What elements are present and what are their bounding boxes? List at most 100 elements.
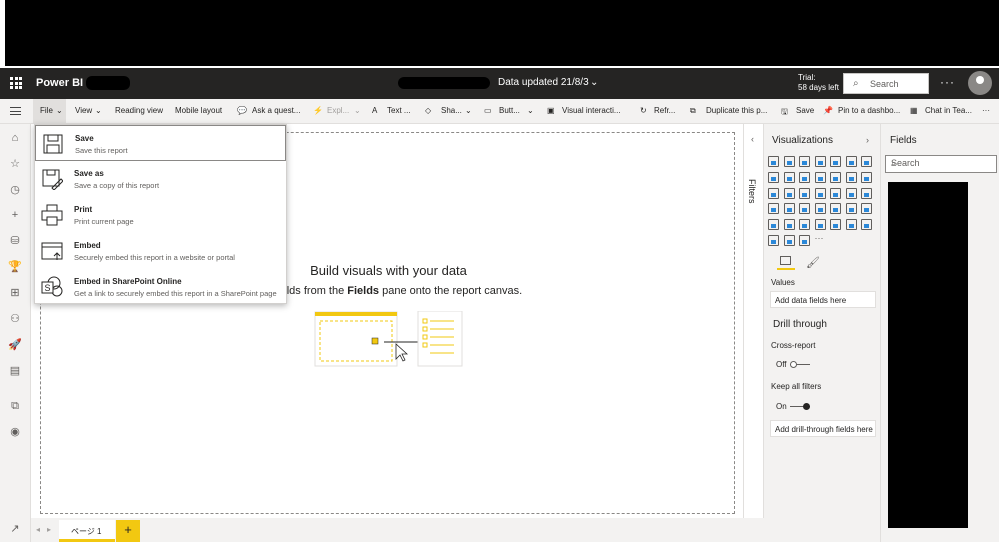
workspace-avatar-icon[interactable]: ◉ bbox=[8, 425, 22, 438]
recent-icon[interactable]: ◷ bbox=[8, 183, 22, 196]
reading-view-button[interactable]: Reading view bbox=[115, 106, 163, 115]
clustered-column-chart-icon[interactable] bbox=[814, 156, 826, 167]
menu-item-save-as[interactable]: Save as Save a copy of this report bbox=[35, 161, 286, 197]
ribbon-chart-icon[interactable] bbox=[830, 171, 841, 183]
smart-narrative-icon[interactable] bbox=[845, 219, 857, 231]
chevron-down-icon[interactable]: ⌄ bbox=[527, 106, 534, 115]
chevron-down-icon[interactable]: ⌄ bbox=[354, 106, 361, 115]
filters-pane-collapsed[interactable]: ‹ Filters bbox=[743, 124, 764, 518]
my-workspace-icon[interactable]: ⧉ bbox=[8, 400, 22, 413]
fields-well-tab[interactable] bbox=[777, 254, 795, 270]
fields-search-input[interactable]: ⌕ Search bbox=[885, 155, 997, 173]
chevron-down-icon[interactable]: ⌄ bbox=[465, 106, 472, 115]
global-search-input[interactable]: ⌕ Search bbox=[843, 73, 929, 94]
r-script-icon[interactable] bbox=[768, 219, 779, 231]
mobile-layout-button[interactable]: Mobile layout bbox=[175, 106, 222, 115]
learn-icon[interactable]: 🚀 bbox=[8, 338, 22, 351]
multi-row-card-icon[interactable] bbox=[799, 203, 810, 215]
keep-filters-toggle[interactable]: On bbox=[776, 402, 810, 411]
matrix-icon[interactable] bbox=[861, 203, 872, 215]
menu-item-embed[interactable]: Embed Securely embed this report in a we… bbox=[35, 233, 286, 269]
stacked-area-chart-icon[interactable] bbox=[783, 171, 795, 183]
menu-item-embed-sharepoint[interactable]: S Embed in SharePoint Online Get a link … bbox=[35, 269, 286, 305]
app-name[interactable]: Power BI bbox=[36, 77, 83, 89]
duplicate-page-button[interactable]: Duplicate this p... bbox=[706, 106, 767, 115]
buttons-button[interactable]: Butt... bbox=[499, 106, 520, 115]
expand-icon[interactable]: ↗ bbox=[8, 522, 22, 535]
cross-report-toggle[interactable]: Off bbox=[776, 360, 810, 369]
treemap-icon[interactable] bbox=[814, 187, 826, 199]
view-menu-button[interactable]: View bbox=[75, 106, 92, 115]
shape-map-icon[interactable] bbox=[861, 187, 872, 199]
collapse-visualizations-icon[interactable]: › bbox=[866, 135, 869, 145]
favorites-icon[interactable]: ☆ bbox=[8, 157, 22, 170]
donut-chart-icon[interactable] bbox=[799, 187, 810, 199]
key-influencers-icon[interactable] bbox=[799, 219, 810, 231]
ask-question-button[interactable]: Ask a quest... bbox=[252, 106, 300, 115]
explore-button[interactable]: Expl... bbox=[327, 106, 349, 115]
text-box-button[interactable]: Text ... bbox=[387, 106, 411, 115]
power-apps-icon[interactable] bbox=[783, 234, 795, 246]
chevron-down-icon[interactable]: ⌄ bbox=[590, 77, 598, 88]
visual-interactions-button[interactable]: Visual interacti... bbox=[562, 106, 621, 115]
avatar[interactable] bbox=[968, 71, 992, 95]
card-icon[interactable] bbox=[783, 203, 795, 215]
gauge-icon[interactable] bbox=[768, 203, 779, 215]
chat-in-teams-button[interactable]: Chat in Tea... bbox=[925, 106, 972, 115]
page-tab[interactable]: ページ 1 bbox=[59, 520, 115, 542]
save-button[interactable]: Save bbox=[796, 106, 814, 115]
waterfall-chart-icon[interactable] bbox=[845, 171, 857, 183]
power-automate-icon[interactable] bbox=[799, 234, 810, 246]
decomposition-tree-icon[interactable] bbox=[814, 219, 826, 231]
hamburger-icon[interactable] bbox=[10, 107, 21, 115]
pie-chart-icon[interactable] bbox=[783, 187, 795, 199]
stacked-column-chart-icon[interactable] bbox=[783, 156, 795, 167]
funnel-chart-icon[interactable] bbox=[861, 171, 872, 183]
menu-item-print[interactable]: Print Print current page bbox=[35, 197, 286, 233]
next-page-icon[interactable]: ▸ bbox=[47, 525, 51, 534]
file-menu-button[interactable]: File bbox=[40, 106, 53, 115]
100-stacked-bar-chart-icon[interactable] bbox=[830, 156, 841, 167]
refresh-button[interactable]: Refr... bbox=[654, 106, 675, 115]
slicer-icon[interactable] bbox=[830, 203, 841, 215]
table-icon[interactable] bbox=[845, 203, 857, 215]
chevron-down-icon[interactable]: ⌄ bbox=[95, 106, 102, 115]
add-page-button[interactable]: + bbox=[116, 520, 140, 542]
python-visual-icon[interactable] bbox=[783, 219, 795, 231]
chevron-down-icon[interactable]: ⌄ bbox=[56, 106, 63, 115]
workspaces-icon[interactable]: ▤ bbox=[8, 364, 22, 377]
pin-to-dashboard-button[interactable]: Pin to a dashbo... bbox=[838, 106, 900, 115]
clustered-bar-chart-icon[interactable] bbox=[799, 156, 810, 167]
expand-filters-icon[interactable]: ‹ bbox=[751, 134, 754, 144]
stacked-bar-chart-icon[interactable] bbox=[768, 156, 779, 167]
goals-icon[interactable]: 🏆 bbox=[8, 260, 22, 273]
format-paint-roller-icon[interactable]: 🖌 bbox=[806, 256, 820, 269]
more-visuals-icon[interactable]: ··· bbox=[815, 233, 826, 246]
arcgis-map-icon[interactable] bbox=[768, 234, 779, 246]
apps-icon[interactable]: ⊞ bbox=[8, 286, 22, 299]
datasets-icon[interactable]: ⛁ bbox=[8, 234, 22, 247]
paginated-report-icon[interactable] bbox=[861, 219, 872, 231]
line-clustered-column-chart-icon[interactable] bbox=[814, 171, 826, 183]
shapes-button[interactable]: Sha... bbox=[441, 106, 462, 115]
line-column-chart-icon[interactable] bbox=[799, 171, 810, 183]
values-drop-well[interactable]: Add data fields here bbox=[770, 291, 876, 308]
shared-icon[interactable]: ⚇ bbox=[8, 312, 22, 325]
create-icon[interactable]: + bbox=[8, 209, 22, 221]
100-stacked-column-chart-icon[interactable] bbox=[845, 156, 857, 167]
line-chart-icon[interactable] bbox=[861, 156, 872, 167]
map-icon[interactable] bbox=[830, 187, 841, 199]
data-updated-label[interactable]: Data updated 21/8/3 bbox=[498, 77, 589, 88]
menu-item-save[interactable]: Save Save this report bbox=[35, 125, 286, 161]
home-icon[interactable]: ⌂ bbox=[8, 132, 22, 144]
app-launcher-icon[interactable] bbox=[10, 77, 22, 89]
previous-page-icon[interactable]: ◂ bbox=[36, 525, 40, 534]
area-chart-icon[interactable] bbox=[768, 171, 779, 183]
more-options-icon[interactable]: ··· bbox=[982, 106, 990, 115]
kpi-icon[interactable] bbox=[814, 203, 826, 215]
trial-status[interactable]: Trial: 58 days left bbox=[798, 73, 839, 93]
drill-through-drop-well[interactable]: Add drill-through fields here bbox=[770, 420, 876, 437]
scatter-chart-icon[interactable] bbox=[768, 187, 779, 199]
qa-icon[interactable] bbox=[830, 219, 841, 231]
filled-map-icon[interactable] bbox=[845, 187, 857, 199]
